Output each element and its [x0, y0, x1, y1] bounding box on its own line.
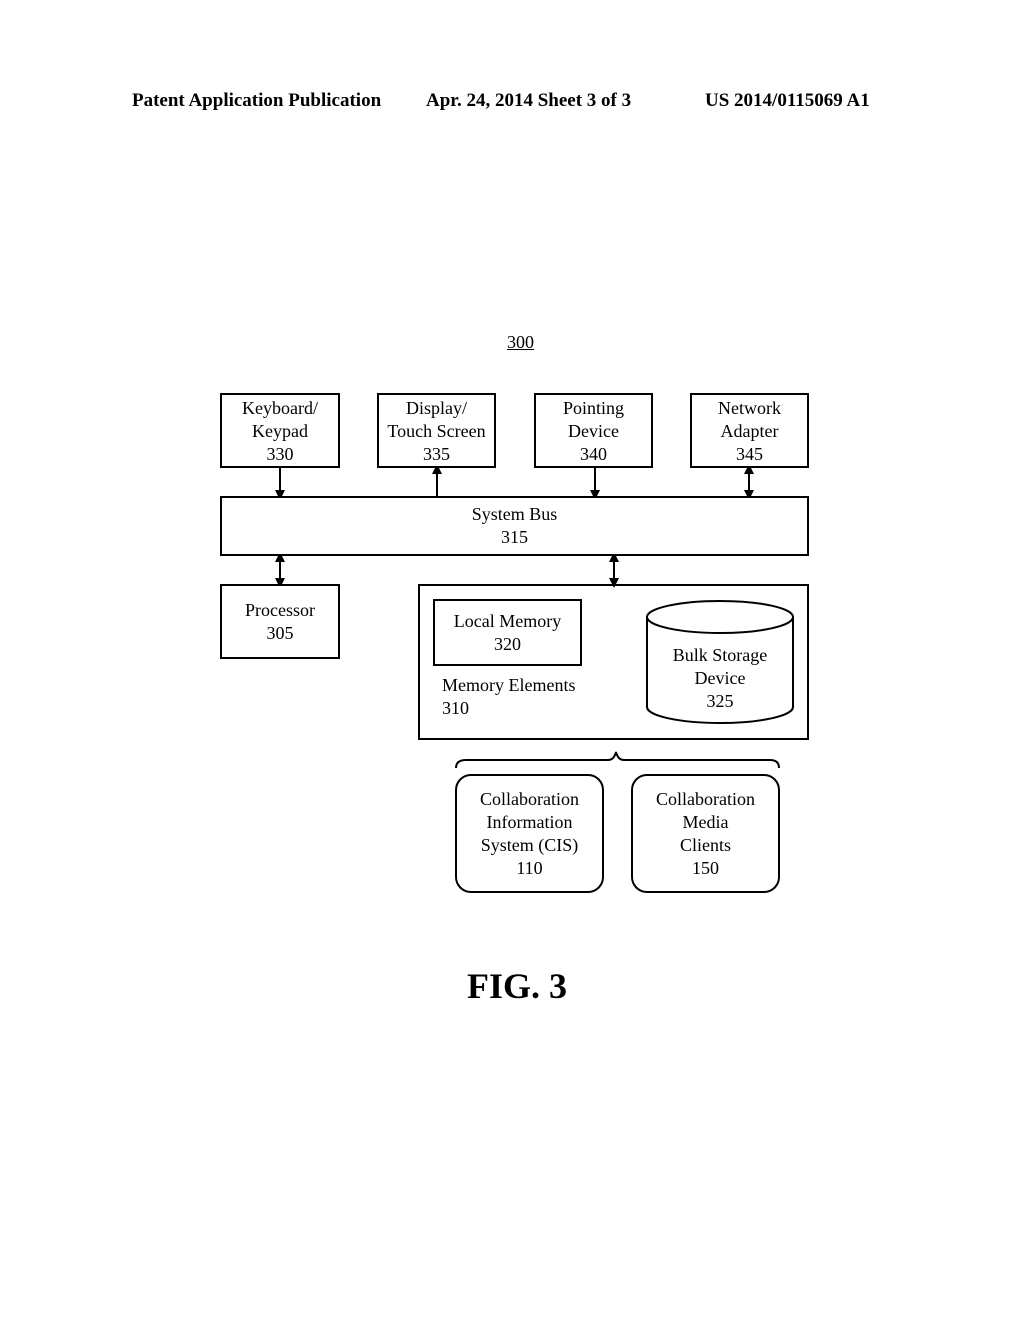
figure-caption: FIG. 3 [466, 966, 567, 1006]
bulk-storage-label-1: Bulk Storage [672, 645, 768, 665]
network-label-1: Network [718, 398, 781, 418]
processor-label: Processor [245, 600, 315, 620]
display-label-1: Display/ [406, 398, 467, 418]
local-memory-number: 320 [494, 634, 521, 654]
display-number: 335 [423, 444, 450, 464]
cis-number: 110 [516, 858, 543, 878]
network-adapter-box: Network Adapter 345 [690, 393, 809, 468]
pointing-label-1: Pointing [562, 398, 624, 418]
local-memory-label: Local Memory [453, 611, 562, 631]
local-memory-box: Local Memory 320 [433, 599, 582, 666]
bus-label: System Bus [471, 504, 558, 524]
keyboard-label-1: Keyboard/ [242, 398, 318, 418]
display-touch-screen-box: Display/ Touch Screen 335 [377, 393, 496, 468]
media-clients-box: Collaboration Media Clients 150 [631, 774, 780, 893]
keyboard-keypad-box: Keyboard/ Keypad 330 [220, 393, 340, 468]
bulk-storage-number: 325 [706, 691, 734, 711]
bulk-storage-text: Bulk Storage Device 325 [647, 644, 793, 713]
keyboard-label-2: Keypad [252, 421, 308, 441]
cis-box: Collaboration Information System (CIS) 1… [455, 774, 604, 893]
memory-elements-number: 310 [442, 698, 469, 718]
cis-label-2: Information [486, 812, 573, 832]
media-clients-label-2: Media [682, 812, 729, 832]
pointing-label-2: Device [568, 421, 619, 441]
media-clients-number: 150 [692, 858, 719, 878]
keyboard-number: 330 [266, 444, 294, 464]
processor-number: 305 [266, 623, 294, 643]
media-clients-label-3: Clients [679, 835, 731, 855]
display-label-2: Touch Screen [387, 421, 486, 441]
bus-number: 315 [501, 527, 528, 547]
pointing-device-box: Pointing Device 340 [534, 393, 653, 468]
memory-elements-label: Memory Elements [442, 675, 576, 695]
cis-label-1: Collaboration [480, 789, 579, 809]
media-clients-label-1: Collaboration [656, 789, 755, 809]
cis-label-3: System (CIS) [480, 835, 579, 855]
system-bus-box: System Bus 315 [220, 496, 809, 556]
pointing-number: 340 [580, 444, 607, 464]
network-number: 345 [736, 444, 763, 464]
bulk-storage-label-2: Device [694, 668, 746, 688]
processor-box: Processor 305 [220, 584, 340, 659]
network-label-2: Adapter [720, 421, 779, 441]
brace [455, 751, 780, 769]
